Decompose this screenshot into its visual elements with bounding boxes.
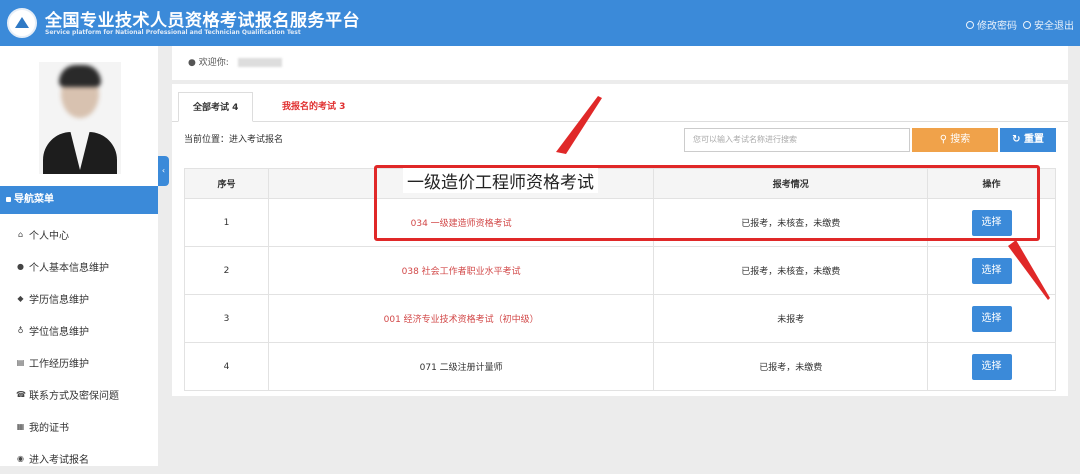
- header-status: 报考情况: [653, 168, 929, 199]
- site-title: 全国专业技术人员资格考试报名服务平台: [45, 11, 360, 31]
- row-number: 2: [184, 246, 269, 295]
- welcome-label: 欢迎你:: [198, 58, 229, 68]
- search-input[interactable]: 您可以输入考试名称进行搜索: [684, 128, 910, 152]
- table-row: 4 071 二级注册计量师 已报考，未缴费 选择: [184, 342, 1056, 391]
- breadcrumb: 当前位置：进入考试报名: [184, 135, 284, 145]
- bank-icon: ▤: [16, 357, 25, 367]
- user-icon: ●: [188, 58, 196, 68]
- header-number: 序号: [184, 168, 269, 199]
- sidebar-item-education[interactable]: ◆ 学历信息维护: [0, 282, 158, 314]
- change-password-link[interactable]: 修改密码: [966, 17, 1017, 32]
- exam-name[interactable]: 001 经济专业技术资格考试（初中级）: [267, 294, 655, 343]
- user-icon: ●: [17, 261, 24, 271]
- graduation-cap-icon: ◆: [17, 293, 24, 303]
- exam-status: 已报考，未核查，未缴费: [653, 198, 929, 247]
- annotation-label: 一级造价工程师资格考试: [403, 168, 598, 193]
- sidebar-collapse-button[interactable]: ‹: [158, 156, 169, 186]
- exam-tabs: 全部考试 4 我报名的考试 3: [172, 92, 1068, 122]
- chevron-left-icon: ‹: [161, 166, 166, 175]
- home-icon: ⌂: [17, 229, 24, 239]
- select-button[interactable]: 选择: [971, 209, 1012, 236]
- platform-logo-icon: [7, 8, 37, 38]
- logout-link[interactable]: 安全退出: [1023, 17, 1074, 32]
- phone-icon: ☎: [16, 389, 26, 399]
- sidebar-item-personal-center[interactable]: ⌂ 个人中心: [0, 218, 158, 250]
- search-icon: ⚲: [939, 134, 948, 145]
- exam-status: 已报考，未缴费: [653, 342, 929, 391]
- top-header: 全国专业技术人员资格考试报名服务平台 Service platform for …: [0, 0, 1080, 46]
- exam-panel: 全部考试 4 我报名的考试 3 当前位置：进入考试报名 您可以输入考试名称进行搜…: [172, 84, 1068, 396]
- exam-status: 已报考，未核查，未缴费: [653, 246, 929, 295]
- header-action: 操作: [927, 168, 1056, 199]
- table-row: 1 034 一级建造师资格考试 已报考，未核查，未缴费 选择: [184, 198, 1056, 247]
- select-button[interactable]: 选择: [971, 353, 1012, 380]
- row-number: 4: [184, 342, 269, 391]
- sidebar-item-basic-info[interactable]: ● 个人基本信息维护: [0, 250, 158, 282]
- sidebar-item-work-history[interactable]: ▤ 工作经历维护: [0, 346, 158, 378]
- sidebar: 导航菜单 ⌂ 个人中心 ● 个人基本信息维护 ◆ 学历信息维护 ♁ 学位信息维护 ▤ 工作…: [0, 46, 158, 466]
- table-row: 3 001 经济专业技术资格考试（初中级） 未报考 选择: [184, 294, 1056, 343]
- search-button[interactable]: ⚲ 搜索: [912, 128, 998, 152]
- sidebar-item-certificates[interactable]: ▦ 我的证书: [0, 410, 158, 442]
- exam-name[interactable]: 038 社会工作者职业水平考试: [267, 246, 655, 295]
- row-number: 1: [184, 198, 269, 247]
- row-number: 3: [184, 294, 269, 343]
- tab-all-exams[interactable]: 全部考试 4: [178, 92, 254, 122]
- sidebar-item-degree[interactable]: ♁ 学位信息维护: [0, 314, 158, 346]
- blurred-username: [237, 58, 282, 67]
- welcome-bar: ● 欢迎你:: [172, 46, 1068, 80]
- settings-icon: [966, 20, 974, 29]
- nav-menu-header: 导航菜单: [0, 186, 158, 214]
- select-button[interactable]: 选择: [971, 257, 1012, 284]
- header-links: 修改密码 安全退出: [966, 17, 1074, 32]
- exam-name[interactable]: 071 二级注册计量师: [267, 342, 655, 391]
- refresh-icon: ↻: [1012, 134, 1021, 145]
- power-icon: [1023, 20, 1031, 29]
- sidebar-item-exam-registration[interactable]: ◉ 进入考试报名: [0, 442, 158, 474]
- select-button[interactable]: 选择: [971, 305, 1012, 332]
- table-row: 2 038 社会工作者职业水平考试 已报考，未核查，未缴费 选择: [184, 246, 1056, 295]
- user-avatar: [39, 62, 121, 174]
- exam-table: 序号 报考情况 操作 1 034 一级建造师资格考试 已报考，未核查，未缴费 选…: [184, 168, 1056, 391]
- menu-grid-icon: [6, 197, 11, 202]
- exam-status: 未报考: [653, 294, 929, 343]
- sidebar-item-contact[interactable]: ☎ 联系方式及密保问题: [0, 378, 158, 410]
- nav-list: ⌂ 个人中心 ● 个人基本信息维护 ◆ 学历信息维护 ♁ 学位信息维护 ▤ 工作经历维护 …: [0, 218, 158, 474]
- circle-icon: ◉: [17, 453, 24, 463]
- reset-button[interactable]: ↻ 重置: [1000, 128, 1056, 152]
- degree-icon: ♁: [17, 325, 24, 335]
- certificate-icon: ▦: [16, 421, 25, 431]
- exam-name[interactable]: 034 一级建造师资格考试: [267, 198, 655, 247]
- site-subtitle: Service platform for National Profession…: [45, 29, 301, 36]
- tab-my-exams[interactable]: 我报名的考试 3: [268, 92, 359, 122]
